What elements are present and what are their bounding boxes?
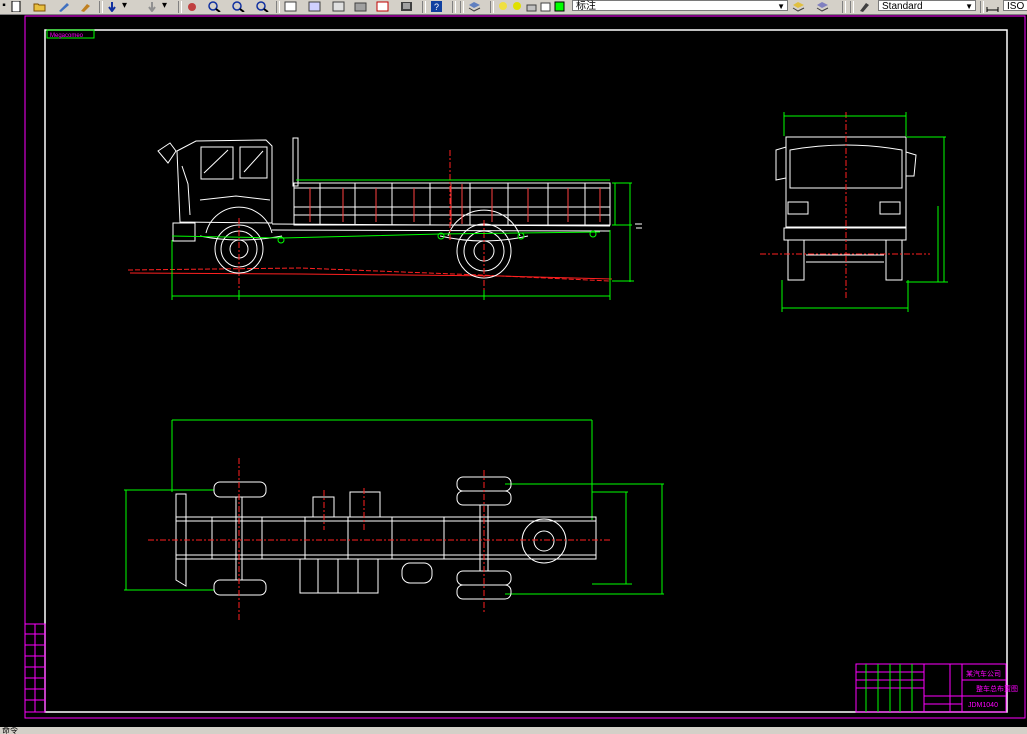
make-layer-current-icon[interactable] — [792, 0, 805, 12]
layer-plot-icon[interactable] — [539, 0, 552, 12]
command-line[interactable]: 命令 — [0, 727, 1027, 734]
zoom-window-icon[interactable] — [232, 0, 245, 12]
zoom-realtime-icon[interactable] — [208, 0, 221, 12]
properties-icon[interactable] — [284, 0, 297, 12]
layer-previous-icon[interactable] — [816, 0, 829, 12]
zoom-previous-icon[interactable] — [256, 0, 269, 12]
cad-drawing: Megacomeo 某汽车公司 整车总布置图 JDM1040 — [24, 15, 1026, 719]
dimension-style-icon[interactable] — [986, 0, 999, 12]
pen-icon[interactable] — [57, 0, 70, 12]
revision-strip — [24, 623, 46, 713]
help-icon[interactable]: ? — [430, 0, 443, 12]
title-block: 某汽车公司 整车总布置图 JDM1040 — [855, 663, 1018, 713]
text-style-icon[interactable] — [858, 0, 871, 12]
brush-icon[interactable] — [79, 0, 92, 12]
design-center-icon[interactable] — [308, 0, 321, 12]
chevron-down-icon[interactable]: ▼ — [965, 1, 973, 12]
pan-icon[interactable] — [186, 0, 199, 12]
markup-icon[interactable] — [376, 0, 389, 12]
toolbar: ▪ ▾ ▾ ? 标注 ▼ Standard ▼ ISO — [0, 0, 1027, 15]
calculator-icon[interactable] — [400, 0, 413, 12]
title-block-company: 某汽车公司 — [966, 669, 1001, 678]
undo-dropdown-icon[interactable]: ▾ — [122, 0, 127, 12]
dimension-style-value: ISO — [1007, 1, 1025, 12]
open-file-icon[interactable] — [33, 0, 46, 12]
front-view — [760, 112, 948, 312]
undo-icon[interactable] — [106, 0, 119, 12]
drawing-canvas[interactable]: Megacomeo 某汽车公司 整车总布置图 JDM1040 — [0, 15, 1027, 727]
layer-manager-icon[interactable] — [468, 0, 481, 12]
outer-border — [24, 15, 1026, 719]
command-prompt: 命令 — [2, 727, 18, 734]
title-block-model-number: JDM1040 — [968, 702, 998, 709]
logo-text: Megacomeo — [50, 33, 84, 39]
layer-dropdown-value: 标注 — [576, 1, 596, 12]
top-view — [124, 419, 664, 620]
redo-dropdown-icon[interactable]: ▾ — [162, 0, 167, 12]
toolbar-grip[interactable]: ▪ — [0, 0, 8, 12]
side-view — [127, 137, 642, 300]
text-style-dropdown[interactable]: Standard ▼ — [878, 0, 976, 12]
chevron-down-icon[interactable]: ▼ — [777, 1, 785, 12]
redo-icon[interactable] — [146, 0, 159, 12]
layer-freeze-icon[interactable] — [511, 0, 524, 12]
layer-color-swatch-icon[interactable] — [553, 0, 566, 12]
sheet-set-icon[interactable] — [354, 0, 367, 12]
dimension-style-dropdown[interactable]: ISO — [1003, 0, 1027, 12]
svg-text:?: ? — [434, 2, 439, 12]
tool-palettes-icon[interactable] — [332, 0, 345, 12]
title-block-drawing-name: 整车总布置图 — [976, 684, 1018, 693]
layer-on-icon[interactable] — [497, 0, 510, 12]
layer-dropdown[interactable]: 标注 ▼ — [572, 0, 788, 12]
text-style-value: Standard — [882, 1, 923, 12]
new-file-icon[interactable] — [9, 0, 22, 12]
inner-border — [44, 29, 1008, 713]
layer-lock-icon[interactable] — [525, 0, 538, 12]
